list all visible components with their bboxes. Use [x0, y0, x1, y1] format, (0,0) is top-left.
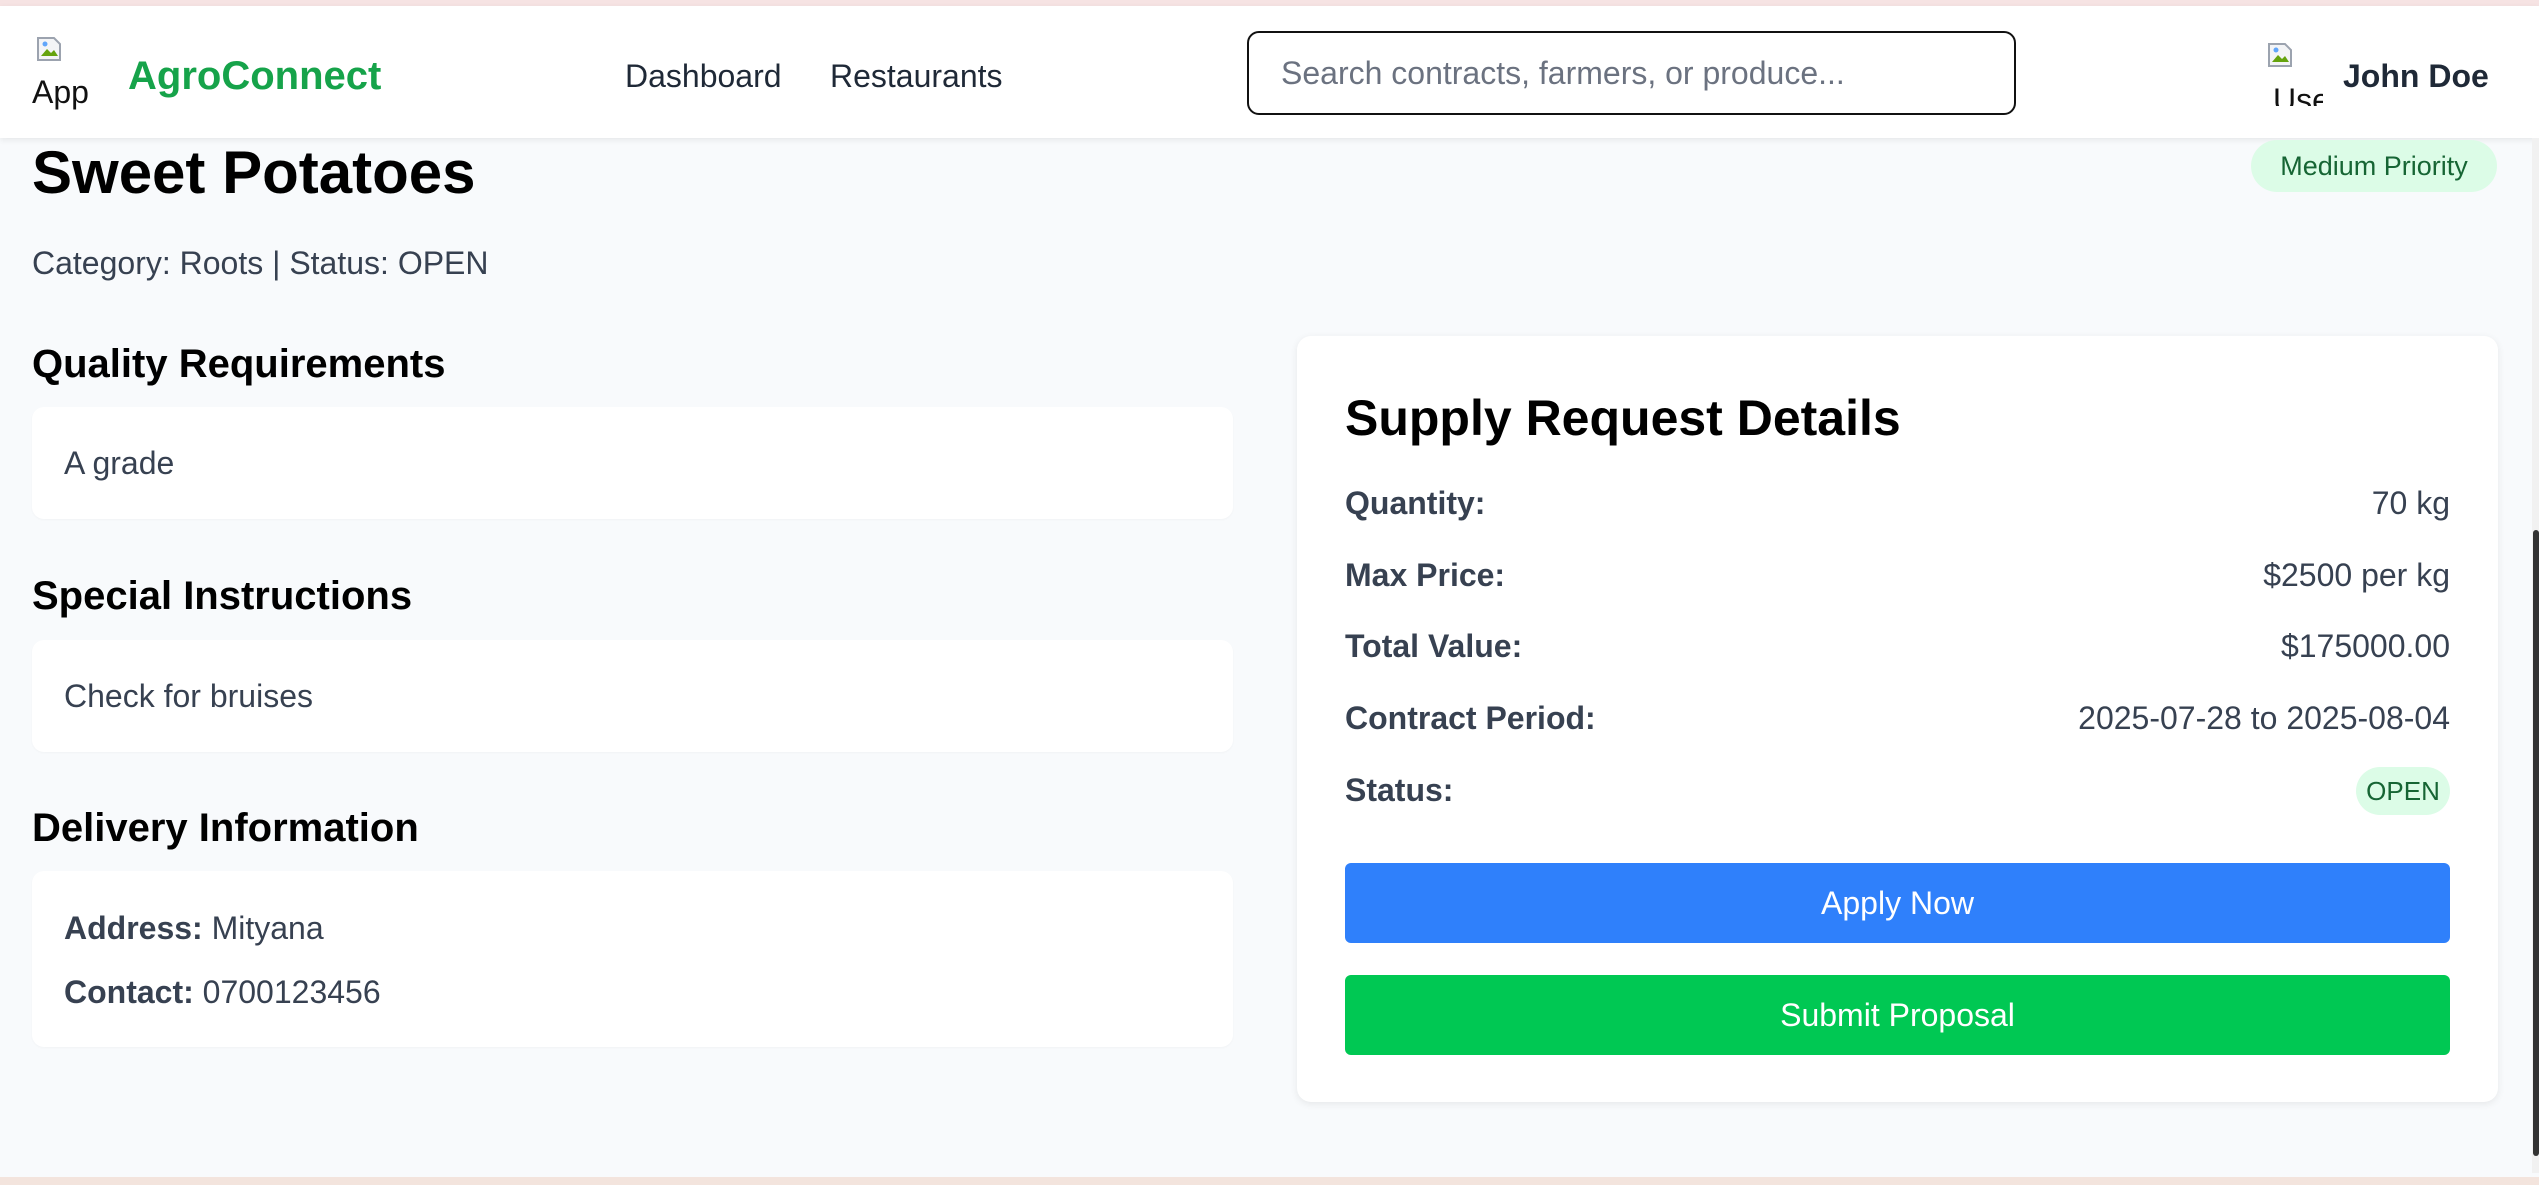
instructions-heading: Special Instructions [32, 574, 413, 618]
contract-period-value: 2025-07-28 to 2025-08-04 [2078, 700, 2450, 736]
nav-restaurants[interactable]: Restaurants [830, 58, 1003, 95]
quality-heading: Quality Requirements [32, 342, 446, 386]
address-line: Address: Mityana [64, 910, 324, 947]
instructions-text: Check for bruises [64, 678, 313, 714]
delivery-heading: Delivery Information [32, 806, 419, 850]
status-label: Status: [1345, 772, 1454, 808]
address-label: Address: [64, 910, 203, 946]
instructions-panel: Check for bruises [32, 640, 1233, 752]
brand-name[interactable]: AgroConnect [128, 54, 381, 99]
contract-period-label: Contract Period: [1345, 700, 1596, 736]
broken-image-icon [37, 37, 61, 61]
delivery-panel: Address: Mityana Contact: 0700123456 [32, 871, 1233, 1047]
apply-now-button[interactable]: Apply Now [1345, 863, 2450, 943]
contact-value: 0700123456 [202, 974, 381, 1010]
search-input[interactable] [1247, 31, 2016, 115]
quality-text: A grade [64, 445, 175, 481]
contact-line: Contact: 0700123456 [64, 974, 381, 1011]
scrollbar-thumb[interactable] [2533, 530, 2539, 1156]
priority-badge: Medium Priority [2251, 140, 2497, 192]
card-title: Supply Request Details [1345, 390, 1901, 446]
app-logo[interactable]: App [32, 36, 92, 108]
page-title: Sweet Potatoes [32, 139, 476, 206]
user-avatar-alt-text: Use [2273, 82, 2323, 106]
user-name[interactable]: John Doe [2343, 58, 2489, 95]
total-value: $175000.00 [2280, 628, 2450, 664]
request-meta: Category: Roots | Status: OPEN [32, 245, 489, 281]
max-price-label: Max Price: [1345, 557, 1506, 593]
max-price-value: $2500 per kg [2263, 557, 2450, 593]
quantity-value: 70 kg [2371, 485, 2450, 521]
window-bottom-border [0, 1177, 2539, 1185]
app-logo-alt-text: App [32, 74, 89, 110]
broken-image-icon [2268, 43, 2292, 67]
address-value: Mityana [211, 910, 324, 946]
total-value-label: Total Value: [1345, 628, 1523, 664]
nav-dashboard[interactable]: Dashboard [625, 58, 782, 95]
user-avatar[interactable]: Use [2263, 42, 2323, 106]
quality-panel: A grade [32, 407, 1233, 519]
status-badge: OPEN [2356, 767, 2450, 815]
supply-request-card: Supply Request Details Quantity: 70 kg M… [1297, 336, 2498, 1102]
contact-label: Contact: [64, 974, 194, 1010]
submit-proposal-button[interactable]: Submit Proposal [1345, 975, 2450, 1055]
quantity-label: Quantity: [1345, 485, 1486, 521]
top-navbar: App AgroConnect Dashboard Restaurants Us… [0, 6, 2539, 138]
